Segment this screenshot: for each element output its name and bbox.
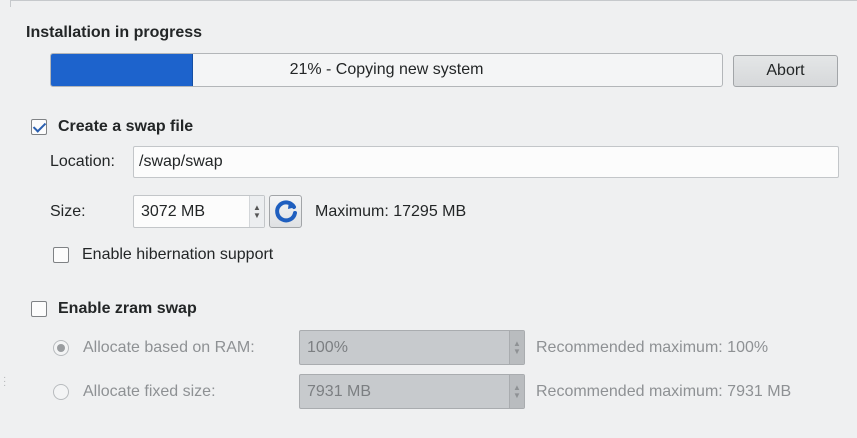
spin-arrows-icon[interactable]: ▲ ▼ [509,375,524,408]
size-label: Size: [50,203,86,220]
hibernation-checkbox[interactable] [53,247,69,263]
progress-text: 21% - Copying new system [289,61,484,78]
spin-arrows-icon[interactable]: ▲ ▼ [509,331,524,364]
allocate-ram-label[interactable]: Allocate based on RAM: [83,339,255,357]
refresh-button[interactable] [269,195,302,228]
section-title: Installation in progress [26,24,203,41]
fixed-size-value[interactable]: 7931 MB [300,383,509,401]
maximum-size-text: Maximum: 17295 MB [315,203,467,220]
size-spinbox[interactable]: 3072 MB ▲ ▼ [133,195,265,228]
swap-settings-panel: · · · Installation in progress 21% - Copyi… [0,0,857,438]
ram-percent-value[interactable]: 100% [300,339,509,357]
location-label: Location: [50,153,115,170]
allocate-ram-radio[interactable] [53,340,69,356]
create-swap-file-label[interactable]: Create a swap file [58,118,193,136]
spin-arrows-icon[interactable]: ▲ ▼ [249,196,264,227]
enable-zram-label[interactable]: Enable zram swap [58,300,197,318]
hibernation-label[interactable]: Enable hibernation support [82,246,273,264]
allocate-fixed-label[interactable]: Allocate fixed size: [83,383,216,401]
installation-progress-bar: 21% - Copying new system [50,53,723,87]
location-field[interactable]: /swap/swap [133,146,839,178]
resize-handle[interactable]: · · · [3,373,6,391]
ram-percent-spinbox[interactable]: 100% ▲ ▼ [299,330,525,365]
create-swap-file-checkbox[interactable] [31,119,47,135]
group-frame [10,0,857,7]
fixed-size-spinbox[interactable]: 7931 MB ▲ ▼ [299,374,525,409]
allocate-fixed-radio[interactable] [53,384,69,400]
refresh-icon [274,199,297,222]
ram-recommended-text: Recommended maximum: 100% [536,339,769,356]
fixed-recommended-text: Recommended maximum: 7931 MB [536,383,792,400]
abort-button[interactable]: Abort [733,55,838,87]
size-value[interactable]: 3072 MB [134,203,249,221]
enable-zram-checkbox[interactable] [31,301,47,317]
